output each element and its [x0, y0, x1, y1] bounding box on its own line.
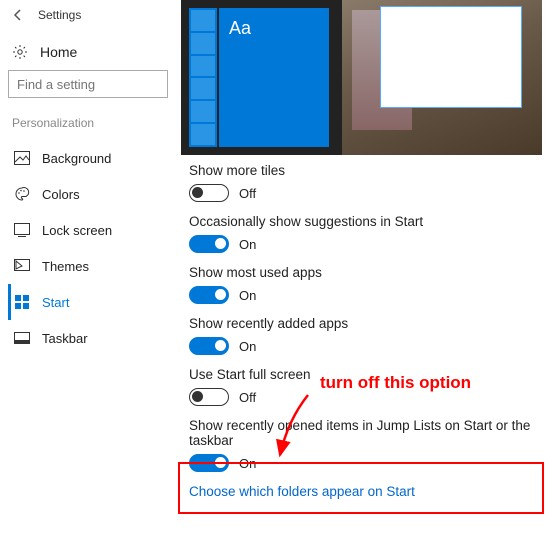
setting-row: Show most used apps On	[189, 265, 542, 304]
toggle-switch[interactable]	[189, 286, 229, 304]
lockscreen-icon	[14, 222, 30, 238]
home-button[interactable]: Home	[8, 38, 175, 70]
home-label: Home	[40, 44, 77, 60]
themes-icon	[14, 258, 30, 274]
toggle-state-text: On	[239, 237, 256, 252]
setting-label: Show recently added apps	[189, 316, 542, 331]
toggle-state-text: On	[239, 288, 256, 303]
sidebar-item-colors[interactable]: Colors	[8, 176, 175, 212]
sidebar-item-taskbar[interactable]: Taskbar	[8, 320, 175, 356]
palette-icon	[14, 186, 30, 202]
content-pane: Aa Show more tiles Off Occasionally show s…	[175, 0, 548, 539]
gear-icon	[12, 44, 28, 60]
toggle-state-text: Off	[239, 390, 256, 405]
toggle-switch[interactable]	[189, 184, 229, 202]
sidebar: Home Personalization Background Colors L…	[0, 30, 175, 356]
toggle-state-text: On	[239, 456, 256, 471]
start-preview: Aa	[181, 0, 542, 155]
back-button[interactable]	[6, 3, 30, 27]
sidebar-item-lockscreen[interactable]: Lock screen	[8, 212, 175, 248]
setting-label: Show more tiles	[189, 163, 542, 178]
section-label: Personalization	[8, 112, 175, 140]
start-icon	[14, 294, 30, 310]
setting-row: Show recently added apps On	[189, 316, 542, 355]
sidebar-item-label: Themes	[42, 259, 89, 274]
toggle-switch[interactable]	[189, 388, 229, 406]
toggle-switch[interactable]	[189, 235, 229, 253]
setting-label: Use Start full screen	[189, 367, 542, 382]
sidebar-item-themes[interactable]: Themes	[8, 248, 175, 284]
setting-row: Show more tiles Off	[189, 163, 542, 202]
sidebar-item-label: Background	[42, 151, 111, 166]
sidebar-item-label: Lock screen	[42, 223, 112, 238]
sidebar-item-start[interactable]: Start	[8, 284, 175, 320]
setting-row: Use Start full screen Off	[189, 367, 542, 406]
setting-label: Show most used apps	[189, 265, 542, 280]
sidebar-item-label: Start	[42, 295, 69, 310]
choose-folders-link[interactable]: Choose which folders appear on Start	[189, 484, 542, 499]
sidebar-item-label: Taskbar	[42, 331, 88, 346]
setting-row: Occasionally show suggestions in Start On	[189, 214, 542, 253]
setting-label: Show recently opened items in Jump Lists…	[189, 418, 542, 448]
sidebar-item-label: Colors	[42, 187, 80, 202]
search-box[interactable]	[8, 70, 168, 98]
preview-tile-text: Aa	[219, 8, 329, 147]
toggle-switch[interactable]	[189, 337, 229, 355]
taskbar-icon	[14, 330, 30, 346]
picture-icon	[14, 150, 30, 166]
setting-label: Occasionally show suggestions in Start	[189, 214, 542, 229]
toggle-state-text: Off	[239, 186, 256, 201]
setting-row: Show recently opened items in Jump Lists…	[189, 418, 542, 472]
toggle-state-text: On	[239, 339, 256, 354]
window-title: Settings	[38, 8, 81, 22]
search-input[interactable]	[17, 77, 193, 92]
toggle-switch[interactable]	[189, 454, 229, 472]
sidebar-item-background[interactable]: Background	[8, 140, 175, 176]
